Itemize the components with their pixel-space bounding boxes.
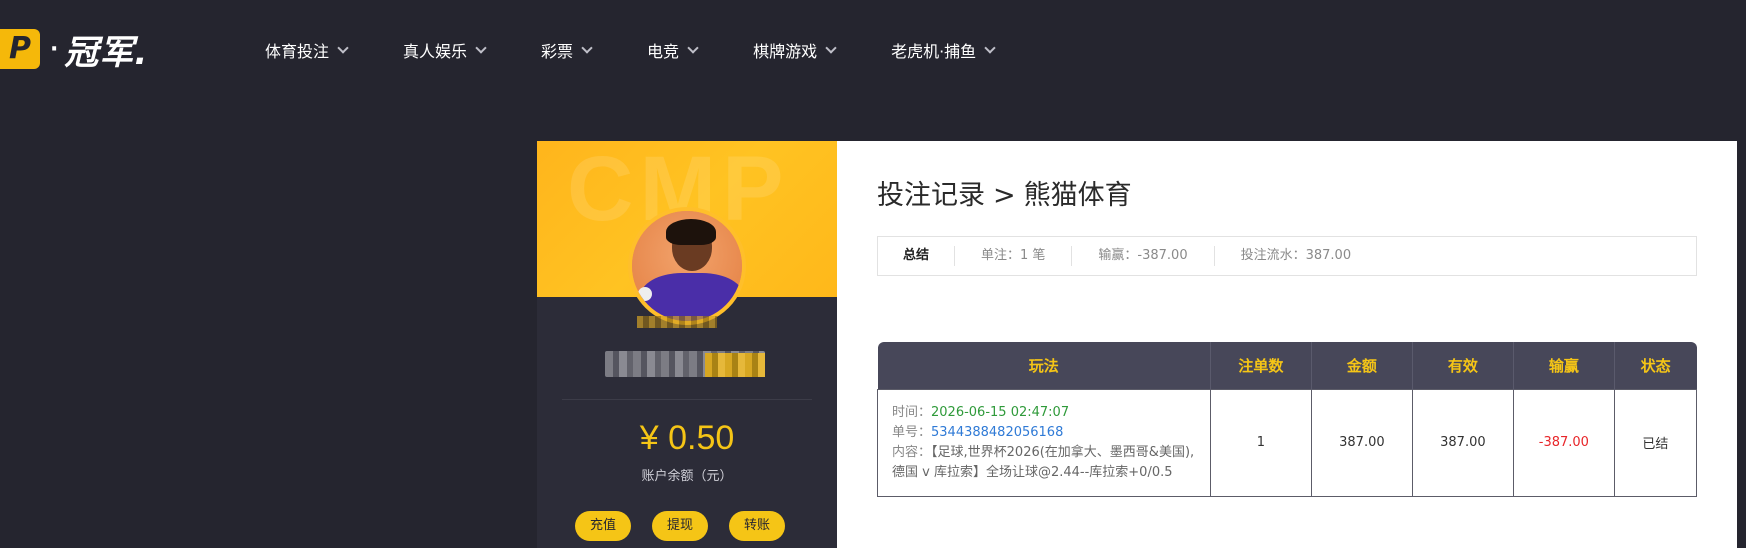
winloss-cell: -387.00 bbox=[1512, 388, 1615, 497]
nav-slots-fishing[interactable]: 老虎机·捕鱼 bbox=[891, 38, 996, 62]
deposit-button[interactable]: 充值 bbox=[575, 511, 631, 541]
nav-label: 彩票 bbox=[541, 42, 574, 61]
valid-cell: 387.00 bbox=[1411, 388, 1514, 497]
summary-turnover: 投注流水：387.00 bbox=[1240, 248, 1352, 263]
logo-dot: · bbox=[50, 36, 59, 62]
chevron-down-icon bbox=[687, 42, 699, 54]
chevron-down-icon bbox=[475, 42, 487, 54]
nav-card-games[interactable]: 棋牌游戏 bbox=[753, 38, 837, 62]
divider bbox=[562, 399, 812, 400]
col-play-type: 玩法 bbox=[877, 342, 1211, 389]
col-valid: 有效 bbox=[1412, 342, 1514, 389]
profile-card: CMP ¥ 0.50 账户余额（元） 充值 提现 转账 bbox=[537, 141, 837, 548]
summary-title: 总结 bbox=[878, 246, 956, 266]
breadcrumb-section[interactable]: 投注记录 bbox=[877, 180, 985, 211]
nav-label: 电竞 bbox=[647, 42, 680, 61]
nav-esports[interactable]: 电竞 bbox=[647, 38, 699, 62]
nav-label: 真人娱乐 bbox=[403, 42, 468, 61]
balance-label: 账户余额（元） bbox=[641, 469, 733, 484]
order-label: 单号： bbox=[892, 424, 932, 440]
nav-lottery[interactable]: 彩票 bbox=[541, 38, 593, 62]
col-winloss: 输赢 bbox=[1513, 342, 1615, 389]
table-row[interactable]: 时间：2026-06-15 02:47:07 单号：53443884820561… bbox=[877, 388, 1698, 497]
nav-label: 体育投注 bbox=[265, 42, 330, 61]
summary-orders: 单注：1 笔 bbox=[955, 246, 1073, 266]
breadcrumb-separator: > bbox=[993, 180, 1016, 211]
bet-records-panel: 投注记录 > 熊猫体育 总结 单注：1 笔 输赢：-387.00 投注流水：387.… bbox=[837, 141, 1737, 548]
nav-sports[interactable]: 体育投注 bbox=[265, 38, 349, 62]
main-nav: 体育投注 真人娱乐 彩票 电竞 棋牌游戏 老虎机·捕鱼 bbox=[265, 38, 1050, 62]
breadcrumb: 投注记录 > 熊猫体育 bbox=[877, 173, 1132, 212]
account-balance: ¥ 0.50 bbox=[639, 419, 735, 457]
chevron-down-icon bbox=[581, 42, 593, 54]
time-label: 时间： bbox=[892, 404, 932, 420]
chevron-down-icon bbox=[984, 42, 996, 54]
withdraw-button[interactable]: 提现 bbox=[652, 511, 708, 541]
transfer-button[interactable]: 转账 bbox=[729, 511, 785, 541]
breadcrumb-current: 熊猫体育 bbox=[1023, 180, 1132, 211]
order-number[interactable]: 5344388482056168 bbox=[931, 425, 1063, 440]
nav-label: 棋牌游戏 bbox=[753, 42, 818, 61]
bet-table: 玩法 注单数 金额 有效 输赢 状态 时间：2026-06-15 02:47:0… bbox=[877, 342, 1698, 497]
user-tag-blurred bbox=[705, 353, 765, 377]
logo-mark: P bbox=[0, 29, 40, 69]
col-order-count: 注单数 bbox=[1210, 342, 1312, 389]
nav-live-casino[interactable]: 真人娱乐 bbox=[403, 38, 487, 62]
table-header-row: 玩法 注单数 金额 有效 输赢 状态 bbox=[877, 342, 1697, 389]
account-actions: 充值 提现 转账 bbox=[575, 511, 806, 541]
avatar[interactable] bbox=[628, 207, 746, 325]
site-logo[interactable]: P · 冠军. bbox=[0, 28, 148, 73]
nav-label: 老虎机·捕鱼 bbox=[891, 42, 977, 61]
top-header: P · 冠军. 体育投注 真人娱乐 彩票 电竞 棋牌游戏 老虎机·捕鱼 bbox=[0, 0, 1746, 100]
chevron-down-icon bbox=[337, 42, 349, 54]
amount-cell: 387.00 bbox=[1310, 388, 1413, 497]
summary-bar: 总结 单注：1 笔 输赢：-387.00 投注流水：387.00 bbox=[877, 236, 1697, 276]
bet-info-cell: 时间：2026-06-15 02:47:07 单号：53443884820561… bbox=[877, 388, 1211, 497]
bet-content: 【足球,世界杯2026(在加拿大、墨西哥&美国),德国 v 库拉索】全场让球@2… bbox=[892, 444, 1195, 480]
col-amount: 金额 bbox=[1311, 342, 1413, 389]
chevron-down-icon bbox=[825, 42, 837, 54]
content-label: 内容： bbox=[892, 444, 932, 460]
status-cell: 已结 bbox=[1613, 388, 1698, 497]
bet-time: 2026-06-15 02:47:07 bbox=[931, 404, 1070, 420]
order-count-cell: 1 bbox=[1209, 388, 1312, 497]
summary-winloss: 输赢：-387.00 bbox=[1072, 246, 1215, 266]
col-status: 状态 bbox=[1640, 356, 1671, 375]
logo-text: 冠军. bbox=[64, 32, 149, 73]
vip-level-blurred bbox=[637, 316, 717, 328]
